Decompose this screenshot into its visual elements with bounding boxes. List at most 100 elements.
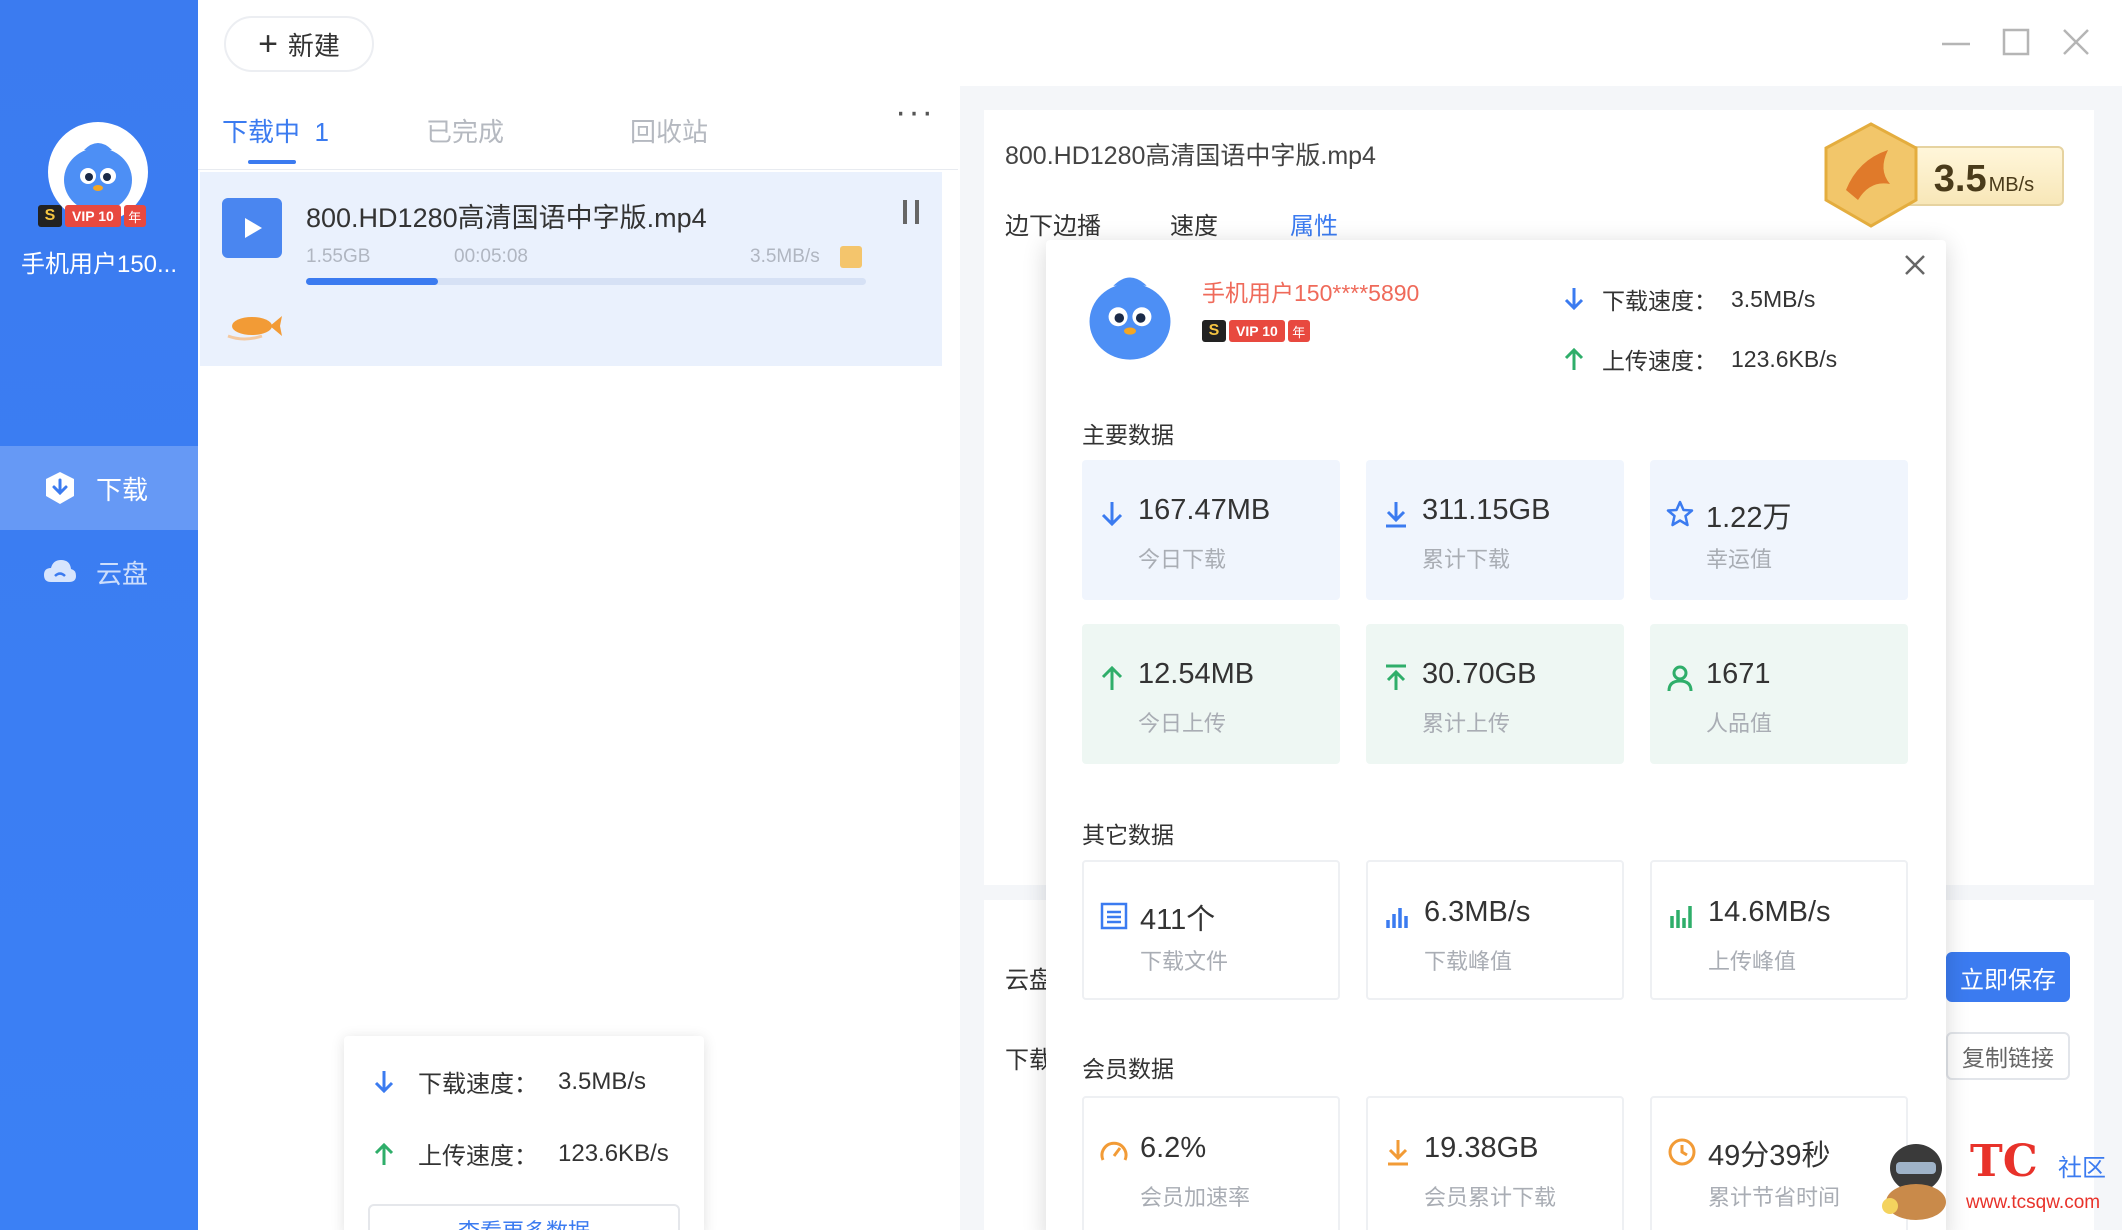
popup-username: 手机用户150****5890 <box>1202 280 1420 306</box>
task-tabs: 下载中 1 已完成 回收站 <box>198 86 958 170</box>
stat-label: 下载文件 <box>1140 949 1229 974</box>
stat-label: 幸运值 <box>1706 547 1773 572</box>
stat-label: 累计节省时间 <box>1708 1185 1841 1210</box>
vip-level-badge: VIP 10 <box>1229 320 1285 342</box>
stat-card: 14.6MB/s 上传峰值 <box>1650 860 1908 1000</box>
arrow-up-icon <box>374 1142 394 1165</box>
nav-item-download[interactable]: 下载 <box>0 446 198 530</box>
person-icon <box>1667 665 1693 692</box>
task-speed: 3.5MB/s <box>750 246 820 267</box>
stat-label: 下载峰值 <box>1424 949 1513 974</box>
minimize-icon <box>1942 42 1970 46</box>
stat-label: 上传峰值 <box>1708 949 1797 974</box>
sidebar-username[interactable]: 手机用户150... <box>0 244 198 279</box>
arrow-up-icon <box>1564 347 1584 370</box>
tab-downloading-label: 下载中 <box>222 117 301 147</box>
popup-download-speed-value: 3.5MB/s <box>1731 285 1816 312</box>
popup-upload-speed: 上传速度： 123.6KB/s <box>1560 342 1837 376</box>
clock-icon <box>1668 1138 1696 1166</box>
tab-speed[interactable]: 速度 <box>1170 206 1218 241</box>
popup-download-speed-label: 下载速度： <box>1602 288 1717 314</box>
stat-card: 1671 人品值 <box>1650 624 1908 764</box>
more-options-icon[interactable]: ··· <box>895 95 935 129</box>
mini-upload-value: 123.6KB/s <box>558 1139 669 1167</box>
task-filename: 800.HD1280高清国语中字版.mp4 <box>306 203 707 233</box>
speed-badge[interactable]: 3.5 MB/s <box>1818 120 2064 230</box>
pause-icon[interactable] <box>900 196 924 228</box>
watermark-tc: TC <box>1970 1136 2038 1187</box>
new-task-button[interactable]: + 新建 <box>224 16 374 72</box>
stat-value: 12.54MB <box>1138 658 1255 690</box>
maximize-button[interactable] <box>1998 24 2034 60</box>
stat-label: 会员加速率 <box>1140 1185 1251 1210</box>
vip-badges: S VIP 10 年 <box>38 205 146 227</box>
stat-card: 167.47MB 今日下载 <box>1082 460 1340 600</box>
speed-badge-box: 3.5 MB/s <box>1904 146 2064 206</box>
speedup-fish-icon[interactable] <box>222 306 286 346</box>
stat-label: 今日上传 <box>1138 711 1227 736</box>
mini-download-value: 3.5MB/s <box>558 1067 647 1095</box>
task-progress-fill <box>306 278 438 285</box>
stat-card: 19.38GB 会员累计下载 <box>1366 1096 1624 1230</box>
tab-completed[interactable]: 已完成 <box>426 112 504 149</box>
file-list-icon <box>1100 902 1128 930</box>
download-shield-icon <box>46 472 74 504</box>
stat-card: 311.15GB 累计下载 <box>1366 460 1624 600</box>
stat-label: 会员累计下载 <box>1424 1185 1557 1210</box>
plus-icon: + <box>258 25 278 63</box>
speed-badge-unit: MB/s <box>1988 174 2035 196</box>
close-icon[interactable] <box>1900 250 1930 280</box>
coupon-icon[interactable] <box>840 246 862 268</box>
stat-card: 30.70GB 累计上传 <box>1366 624 1624 764</box>
section-main-data: 主要数据 <box>1082 422 1174 448</box>
mini-upload-row: 上传速度： 123.6KB/s <box>370 1136 669 1171</box>
close-icon <box>2063 29 2089 55</box>
site-watermark: TC 社区 www.tcsqw.com <box>1870 1128 2120 1228</box>
vip-year-badge: 年 <box>123 205 146 227</box>
mini-upload-label: 上传速度： <box>418 1143 538 1170</box>
cloud-icon <box>44 560 76 582</box>
popup-avatar <box>1080 262 1180 362</box>
arrow-down-icon <box>1101 502 1123 527</box>
task-remaining-time: 00:05:08 <box>454 246 528 267</box>
tab-recycle-bin[interactable]: 回收站 <box>630 112 708 149</box>
nav-item-cloud[interactable]: 云盘 <box>0 530 198 614</box>
vip-s-badge: S <box>1202 320 1226 342</box>
stat-card: 411个 下载文件 <box>1082 860 1340 1000</box>
mini-download-label: 下载速度： <box>418 1071 538 1098</box>
tab-downloading[interactable]: 下载中 1 <box>222 112 329 149</box>
speed-badge-value: 3.5 <box>1933 158 1987 200</box>
minimize-button[interactable] <box>1938 24 1974 60</box>
tab-play-while-download[interactable]: 边下边播 <box>1005 206 1101 241</box>
new-task-label: 新建 <box>287 30 340 61</box>
section-other-data: 其它数据 <box>1082 822 1174 848</box>
sidebar: S VIP 10 年 手机用户150... 下载 云盘 <box>0 0 198 1230</box>
section-member-data: 会员数据 <box>1082 1056 1174 1082</box>
stat-value: 1.22万 <box>1706 502 1792 534</box>
stat-card: 6.3MB/s 下载峰值 <box>1366 860 1624 1000</box>
vip-s-badge: S <box>38 205 62 227</box>
video-file-icon <box>222 198 282 258</box>
stat-value: 6.2% <box>1140 1132 1207 1164</box>
stat-value: 411个 <box>1140 904 1216 936</box>
view-more-data-button[interactable]: 查看更多数据 <box>368 1204 680 1230</box>
popup-upload-speed-value: 123.6KB/s <box>1731 345 1838 372</box>
stat-value: 311.15GB <box>1422 494 1551 526</box>
member-download-icon <box>1388 1140 1408 1166</box>
star-icon <box>1666 500 1694 527</box>
tab-properties[interactable]: 属性 <box>1290 206 1338 241</box>
upload-peak-icon <box>1670 906 1692 928</box>
bird-hexagon-icon <box>1824 122 1918 228</box>
close-window-button[interactable] <box>2058 24 2094 60</box>
vip-year-badge: 年 <box>1287 320 1310 342</box>
tab-active-indicator <box>248 160 296 164</box>
download-task-row[interactable]: 800.HD1280高清国语中字版.mp4 1.55GB 00:05:08 3.… <box>200 172 942 366</box>
save-now-button[interactable]: 立即保存 <box>1946 952 2070 1002</box>
stat-card: 1.22万 幸运值 <box>1650 460 1908 600</box>
download-total-icon <box>1386 502 1406 528</box>
copy-link-button[interactable]: 复制链接 <box>1946 1032 2070 1080</box>
nav-label-cloud: 云盘 <box>96 558 149 589</box>
maximize-icon <box>2002 28 2030 56</box>
popup-download-speed: 下载速度： 3.5MB/s <box>1560 282 1815 316</box>
speedometer-icon <box>1100 1141 1128 1161</box>
